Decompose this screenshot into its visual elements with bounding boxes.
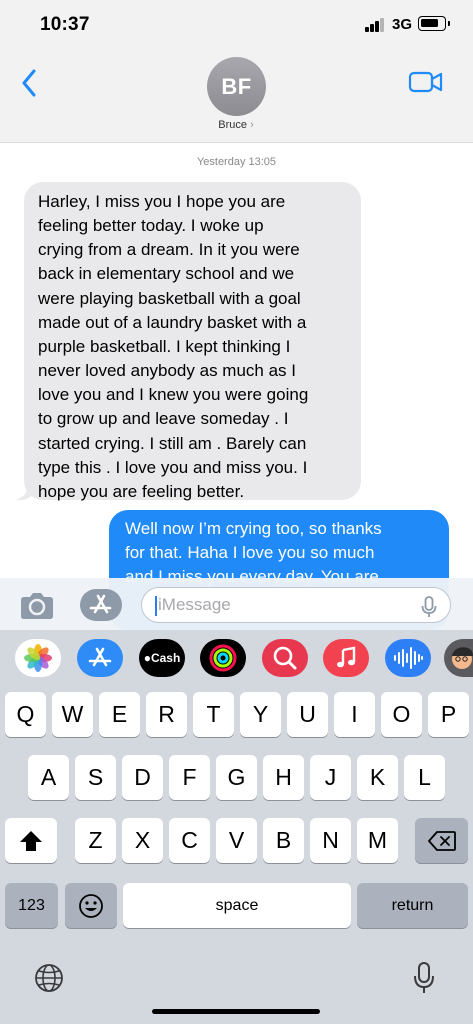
app-store-icon (89, 594, 112, 614)
emoji-icon (79, 893, 103, 918)
text-cursor (155, 596, 157, 616)
message-line: were playing basketball with a goal (38, 288, 301, 308)
network-type: 3G (392, 16, 413, 33)
message-line: back in elementary school and we (38, 264, 295, 284)
key-a[interactable]: A (28, 755, 69, 800)
key-x[interactable]: X (122, 818, 163, 863)
message-input[interactable]: iMessage (141, 587, 451, 623)
signal-strength-icon (365, 18, 385, 32)
activity-app-button[interactable] (200, 639, 246, 677)
incoming-message-bubble[interactable]: Harley, I miss you I hope you are feelin… (24, 182, 361, 501)
status-time: 10:37 (40, 14, 90, 35)
numbers-key[interactable]: 123 (5, 883, 58, 928)
message-line: started crying. I still am . Barely can (38, 433, 307, 453)
key-j[interactable]: J (310, 755, 351, 800)
contact-avatar[interactable]: BF (207, 57, 266, 116)
key-z[interactable]: Z (75, 818, 116, 863)
return-key[interactable]: return (357, 883, 468, 928)
battery-icon (418, 16, 450, 31)
message-line: made out of a laundry basket with a (38, 312, 307, 332)
web-search-icon (273, 646, 297, 670)
photos-app-button[interactable] (15, 639, 61, 677)
key-o[interactable]: O (381, 692, 422, 737)
key-h[interactable]: H (263, 755, 304, 800)
key-b[interactable]: B (263, 818, 304, 863)
app-store-icon (88, 647, 112, 667)
music-app-button[interactable] (323, 639, 369, 677)
space-key[interactable]: space (123, 883, 351, 928)
message-placeholder: iMessage (158, 595, 231, 614)
audio-waveform-icon (394, 647, 423, 669)
microphone-icon[interactable] (421, 596, 437, 618)
web-search-app-button[interactable] (262, 639, 308, 677)
message-line: feeling better today. I woke up (38, 216, 264, 236)
emoji-key[interactable] (65, 883, 117, 928)
camera-button[interactable] (18, 592, 56, 620)
message-line: hope you are feeling better. (38, 481, 245, 501)
message-line: for that. Haha I love you so much (125, 543, 375, 562)
contact-name-button[interactable]: Bruce › (196, 119, 276, 131)
audio-message-app-button[interactable] (385, 639, 431, 677)
apple-cash-app-button[interactable]: ●Cash (139, 639, 185, 677)
key-v[interactable]: V (216, 818, 257, 863)
message-line: crying from a dream. In it you were (38, 240, 300, 260)
message-line: never loved anybody as much as I (38, 361, 296, 381)
contact-name: Bruce (218, 119, 247, 131)
message-line: type this . I love you and miss you. I (38, 457, 308, 477)
key-n[interactable]: N (310, 818, 351, 863)
key-u[interactable]: U (287, 692, 328, 737)
key-s[interactable]: S (75, 755, 116, 800)
key-t[interactable]: T (193, 692, 234, 737)
camera-icon (21, 593, 53, 619)
key-y[interactable]: Y (240, 692, 281, 737)
message-timestamp: Yesterday 13:05 (196, 156, 277, 168)
back-button[interactable] (14, 66, 44, 100)
bubble-tail (16, 484, 34, 501)
globe-button[interactable] (31, 960, 67, 996)
video-camera-icon (408, 71, 443, 93)
home-indicator[interactable] (152, 1009, 320, 1014)
message-line: Well now I’m crying too, so thanks (125, 519, 382, 538)
microphone-icon (414, 962, 434, 993)
shift-key[interactable] (5, 818, 57, 863)
key-i[interactable]: I (334, 692, 375, 737)
key-k[interactable]: K (357, 755, 398, 800)
message-line: Harley, I miss you I hope you are (38, 192, 286, 211)
shift-icon (20, 830, 42, 851)
key-p[interactable]: P (428, 692, 469, 737)
dictation-button[interactable] (408, 958, 440, 998)
photos-icon (24, 644, 52, 672)
chevron-left-icon (22, 69, 36, 97)
key-f[interactable]: F (169, 755, 210, 800)
key-q[interactable]: Q (5, 692, 46, 737)
key-m[interactable]: M (357, 818, 398, 863)
key-c[interactable]: C (169, 818, 210, 863)
music-note-icon (337, 646, 356, 668)
message-line: to grow up and leave someday . I (38, 409, 289, 429)
message-line: purple basketball. I kept thinking I (38, 336, 291, 356)
chevron-right-icon: › (250, 119, 254, 131)
apps-button[interactable] (80, 589, 122, 621)
key-r[interactable]: R (146, 692, 187, 737)
delete-key[interactable] (415, 818, 468, 863)
message-line: love you and I knew you were going (38, 385, 309, 405)
key-d[interactable]: D (122, 755, 163, 800)
globe-icon (35, 964, 63, 992)
key-e[interactable]: E (99, 692, 140, 737)
app-store-app-button[interactable] (77, 639, 123, 677)
key-w[interactable]: W (52, 692, 93, 737)
key-g[interactable]: G (216, 755, 257, 800)
key-l[interactable]: L (404, 755, 445, 800)
facetime-video-button[interactable] (408, 68, 444, 96)
delete-icon (427, 830, 456, 851)
apple-cash-icon: ●Cash (143, 651, 181, 665)
activity-rings-icon (209, 644, 237, 672)
